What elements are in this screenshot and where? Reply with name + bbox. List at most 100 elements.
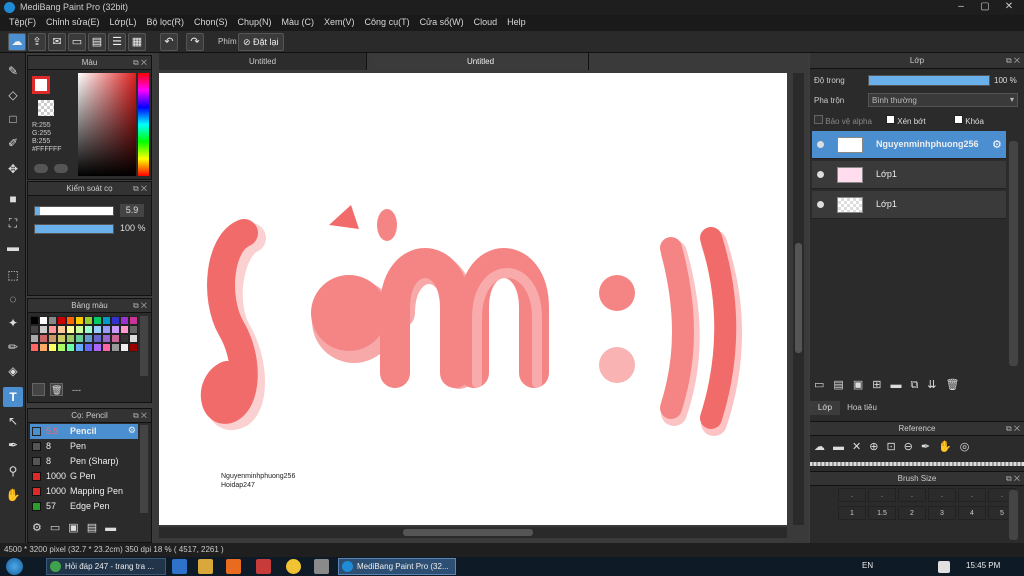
- color-mode-toggle-2[interactable]: [54, 164, 68, 173]
- palette-swatch[interactable]: [66, 316, 75, 325]
- panel-float-icon[interactable]: ⧉ ✕: [133, 299, 147, 313]
- brush-size-option[interactable]: 2: [898, 506, 926, 520]
- palette-swatch[interactable]: [129, 316, 138, 325]
- taskbar-item-medibang[interactable]: MediBang Paint Pro (32...: [338, 558, 456, 575]
- brush-item[interactable]: 1000 Mapping Pen: [30, 484, 138, 499]
- palette-swatch[interactable]: [39, 325, 48, 334]
- palette-swatch[interactable]: [57, 343, 66, 352]
- zoom-out-icon[interactable]: ⊖: [904, 441, 921, 453]
- share-icon[interactable]: ⇪: [28, 33, 46, 51]
- brush-size-option[interactable]: .: [898, 488, 926, 502]
- fit-icon[interactable]: ⊡: [886, 441, 903, 453]
- minimize-button[interactable]: –: [952, 1, 970, 13]
- palette-swatch[interactable]: [120, 316, 129, 325]
- palette-swatch[interactable]: [84, 343, 93, 352]
- palette-swatches[interactable]: [30, 316, 138, 352]
- palette-scrollbar[interactable]: [140, 316, 148, 376]
- tab-navigator[interactable]: Hoa tiêu: [842, 401, 882, 415]
- tray-icon[interactable]: [938, 561, 950, 573]
- shape-tool-icon[interactable]: ■: [3, 189, 23, 209]
- panel-float-icon[interactable]: ⧉ ✕: [133, 409, 147, 423]
- eye-icon[interactable]: [817, 201, 824, 208]
- brush-item[interactable]: 5.9 Pencil ⚙: [30, 424, 138, 439]
- move-tool-icon[interactable]: ✥: [3, 159, 23, 179]
- palette-swatch[interactable]: [30, 316, 39, 325]
- palette-swatch[interactable]: [48, 316, 57, 325]
- grid-icon[interactable]: ▦: [128, 33, 146, 51]
- cloud-icon[interactable]: ☁: [8, 33, 26, 51]
- palette-swatch[interactable]: [111, 316, 120, 325]
- palette-swatch[interactable]: [93, 325, 102, 334]
- brush-size-option[interactable]: .: [958, 488, 986, 502]
- palette-swatch[interactable]: [48, 325, 57, 334]
- palette-swatch[interactable]: [120, 334, 129, 343]
- operation-tool-icon[interactable]: ↖: [3, 411, 23, 431]
- eyedropper-icon[interactable]: ✒: [921, 441, 938, 453]
- brush-size-option[interactable]: 1: [838, 506, 866, 520]
- palette-swatch[interactable]: [66, 334, 75, 343]
- delete-layer-icon[interactable]: 🗑: [946, 379, 969, 391]
- layer-item[interactable]: Lớp1: [812, 161, 1006, 189]
- language-indicator[interactable]: EN: [862, 561, 873, 570]
- gradient-tool-icon[interactable]: ▬: [3, 237, 23, 257]
- tab-untitled-2[interactable]: Untitled: [373, 53, 589, 70]
- folder-icon[interactable]: ▬: [833, 441, 852, 453]
- divide-tool-icon[interactable]: ✒: [3, 435, 23, 455]
- gear-icon[interactable]: ⚙: [128, 425, 136, 436]
- menu-snap[interactable]: Chụp(N): [233, 15, 277, 31]
- menu-select[interactable]: Chọn(S): [189, 15, 233, 31]
- tab-untitled-1[interactable]: Untitled: [159, 53, 367, 70]
- brush-size-option[interactable]: .: [838, 488, 866, 502]
- duplicate-icon[interactable]: ⧉: [910, 379, 927, 391]
- menu-help[interactable]: Help: [502, 15, 531, 31]
- tab-layers[interactable]: Lớp: [810, 401, 840, 415]
- palette-swatch[interactable]: [120, 343, 129, 352]
- gear-icon[interactable]: ⚙: [992, 138, 1002, 151]
- palette-swatch[interactable]: [93, 343, 102, 352]
- menu-layer[interactable]: Lớp(L): [105, 15, 142, 31]
- brush-size-option[interactable]: 3: [928, 506, 956, 520]
- marquee-tool-icon[interactable]: ⬚: [3, 265, 23, 285]
- palette-swatch[interactable]: [102, 316, 111, 325]
- palette-swatch[interactable]: [129, 334, 138, 343]
- palette-swatch[interactable]: [57, 316, 66, 325]
- palette-swatch[interactable]: [129, 343, 138, 352]
- new-layer-3-icon[interactable]: ▣: [853, 379, 872, 391]
- clipping-checkbox[interactable]: [886, 115, 895, 124]
- panel-float-icon[interactable]: ⧉ ✕: [1006, 472, 1020, 486]
- palette-swatch[interactable]: [39, 334, 48, 343]
- merge-icon[interactable]: ⇊: [927, 379, 945, 391]
- list-icon[interactable]: ☰: [108, 33, 126, 51]
- brush-size-option[interactable]: 1.5: [868, 506, 896, 520]
- new-layer-2-icon[interactable]: ▤: [833, 379, 852, 391]
- brush-settings-icon[interactable]: ⚙: [32, 522, 50, 534]
- brush-size-option[interactable]: 4: [958, 506, 986, 520]
- menu-color[interactable]: Màu (C): [277, 15, 320, 31]
- hand-tool-icon[interactable]: ✋: [3, 485, 23, 505]
- blend-mode-select[interactable]: Bình thường ▾: [868, 93, 1018, 107]
- folder-icon[interactable]: ▬: [890, 379, 910, 391]
- palette-swatch[interactable]: [66, 325, 75, 334]
- palette-swatch[interactable]: [129, 325, 138, 334]
- brush-item[interactable]: 8 Pen: [30, 439, 138, 454]
- foreground-color-swatch[interactable]: [32, 76, 50, 94]
- palette-swatch[interactable]: [30, 325, 39, 334]
- palette-swatch[interactable]: [102, 343, 111, 352]
- lasso-tool-icon[interactable]: ◌: [3, 289, 23, 309]
- palette-swatch[interactable]: [75, 316, 84, 325]
- new-file-icon[interactable]: ▭: [68, 33, 86, 51]
- comment-icon[interactable]: ✉: [48, 33, 66, 51]
- palette-swatch[interactable]: [66, 343, 75, 352]
- palette-swatch[interactable]: [57, 325, 66, 334]
- palette-swatch[interactable]: [84, 316, 93, 325]
- text-tool-icon[interactable]: T: [3, 387, 23, 407]
- brush-size-value[interactable]: 5.9: [120, 204, 144, 217]
- start-button[interactable]: [6, 558, 23, 575]
- palette-swatch[interactable]: [102, 334, 111, 343]
- lock-checkbox[interactable]: [954, 115, 963, 124]
- undo-icon[interactable]: ↶: [160, 33, 178, 51]
- palette-swatch[interactable]: [84, 334, 93, 343]
- add-layer-icon[interactable]: ⊞: [872, 379, 890, 391]
- palette-swatch[interactable]: [75, 325, 84, 334]
- palette-swatch[interactable]: [75, 334, 84, 343]
